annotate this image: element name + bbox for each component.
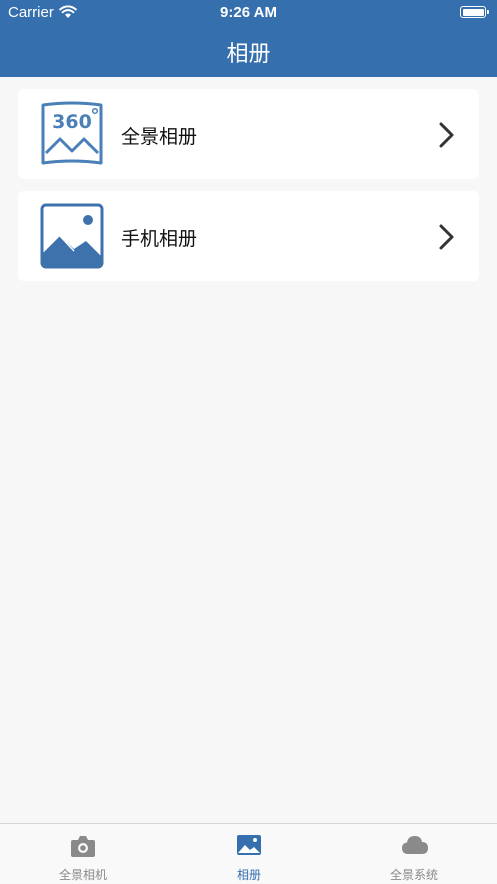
tab-panorama-camera[interactable]: 全景相机 [0, 824, 166, 884]
photo-icon [40, 203, 104, 269]
album-label: 全景相册 [121, 126, 198, 148]
status-bar: Carrier 9:26 AM [0, 0, 497, 26]
nav-header: Carrier 9:26 AM 相册 [0, 0, 497, 77]
tab-panorama-system[interactable]: 全景系统 [331, 824, 497, 884]
tab-label: 全景系统 [389, 868, 438, 882]
status-time: 9:26 AM [220, 4, 277, 21]
photo-icon [237, 835, 261, 855]
album-list: 360 全景相册 手机相册 [0, 77, 497, 823]
tab-label: 全景相机 [58, 868, 107, 882]
album-item-panorama[interactable]: 360 全景相册 [18, 89, 479, 179]
chevron-right-icon [439, 122, 454, 148]
album-item-phone[interactable]: 手机相册 [18, 191, 479, 281]
cloud-icon [402, 836, 428, 854]
panorama-360-icon: 360 [41, 101, 103, 165]
svg-text:360: 360 [52, 111, 92, 133]
tab-album[interactable]: 相册 [166, 824, 332, 884]
battery-icon [460, 6, 489, 18]
album-label: 手机相册 [121, 228, 198, 250]
page-title: 相册 [226, 42, 271, 67]
chevron-right-icon [439, 224, 454, 250]
tab-label: 相册 [236, 868, 261, 882]
camera-icon [71, 836, 95, 857]
tab-bar: 全景相机 相册 全景系统 [0, 823, 497, 883]
